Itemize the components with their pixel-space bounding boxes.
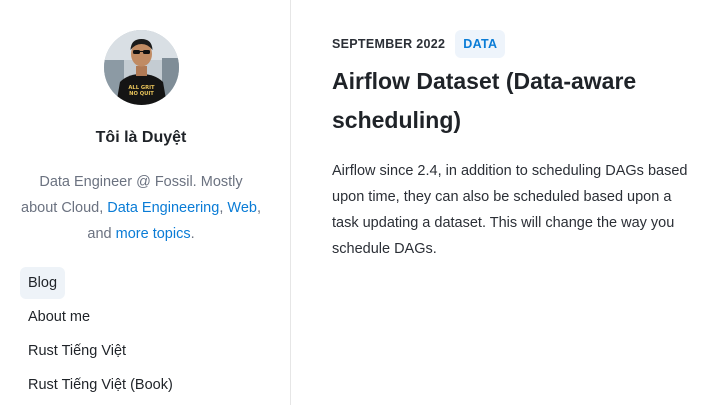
post-excerpt: Airflow since 2.4, in addition to schedu… [332,163,688,257]
main-content: SEPTEMBER 2022 DATA Airflow Dataset (Dat… [332,30,697,262]
nav-item-about-me[interactable]: About me [20,301,98,333]
sidebar: ALL GRIT NO QUIT Tôi là Duyệt Data Engin… [0,0,291,405]
page: ALL GRIT NO QUIT Tôi là Duyệt Data Engin… [0,0,720,405]
avatar[interactable]: ALL GRIT NO QUIT [104,30,179,105]
post-tag[interactable]: DATA [455,30,506,58]
data-engineering-link[interactable]: Data Engineering [107,200,219,216]
post-date: SEPTEMBER 2022 [332,37,446,51]
bio-period: . [190,226,195,242]
web-link[interactable]: Web [227,200,257,216]
author-bio: Data Engineer @ Fossil. Mostly about Clo… [20,169,262,247]
nav-item-rust-tieng-viet-book[interactable]: Rust Tiếng Việt (Book) [20,369,181,401]
nav-item-rust-tieng-viet[interactable]: Rust Tiếng Việt [20,335,134,367]
svg-text:NO QUIT: NO QUIT [129,91,154,97]
more-topics-link[interactable]: more topics [116,226,191,242]
post-meta: SEPTEMBER 2022 DATA [332,30,697,58]
nav-item-blog[interactable]: Blog [20,267,66,299]
author-name[interactable]: Tôi là Duyệt [0,129,282,147]
post-title[interactable]: Airflow Dataset (Data-aware scheduling) [332,62,692,140]
sidebar-nav: Blog About me Rust Tiếng Việt Rust Tiếng… [20,267,270,403]
post-card: SEPTEMBER 2022 DATA Airflow Dataset (Dat… [332,30,697,262]
avatar-photo: ALL GRIT NO QUIT [104,30,179,105]
